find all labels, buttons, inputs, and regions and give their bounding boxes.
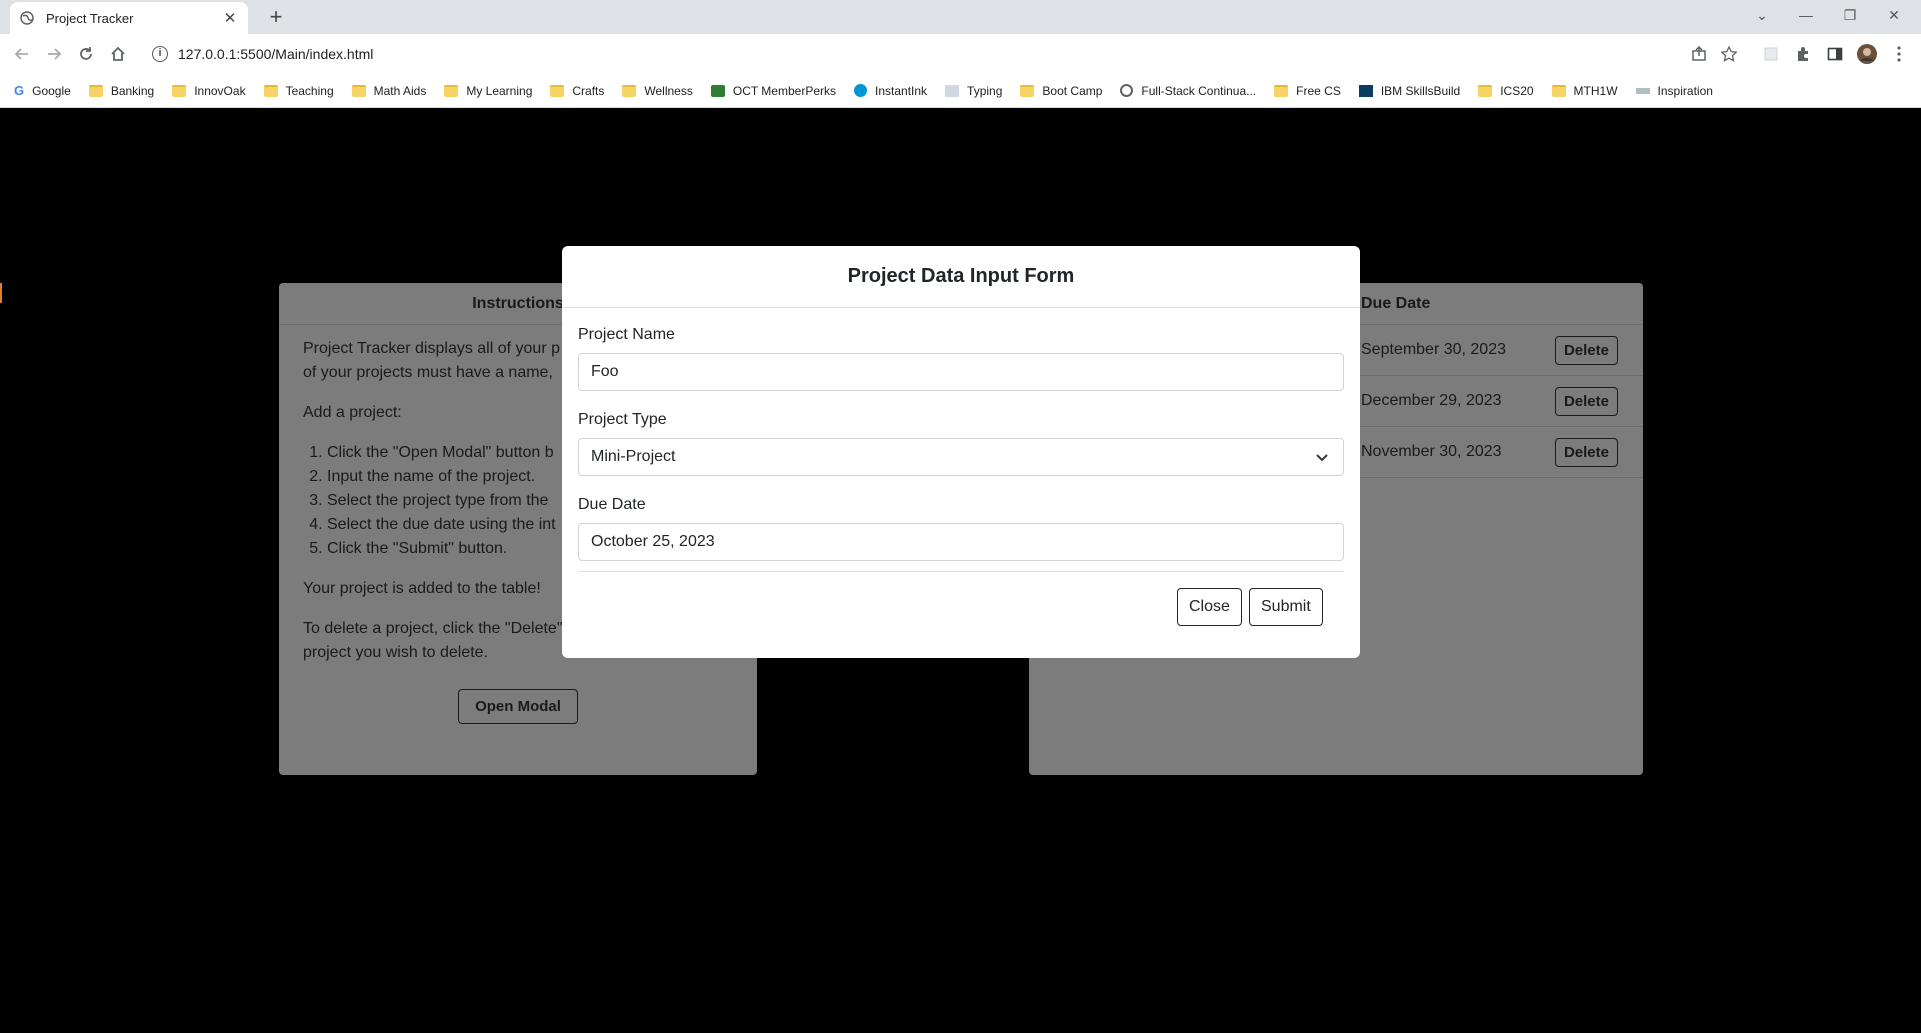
modal-title: Project Data Input Form (562, 246, 1360, 308)
browser-tab[interactable]: Project Tracker ✕ (10, 2, 248, 34)
delete-button[interactable]: Delete (1554, 335, 1618, 365)
bookmark-oct-memberperks[interactable]: OCT MemberPerks (710, 84, 836, 98)
bookmark-free-cs[interactable]: Free CS (1274, 84, 1341, 98)
bookmark-full-stack[interactable]: Full-Stack Continua... (1120, 84, 1256, 98)
project-input-modal: Project Data Input Form Project Name Foo… (562, 246, 1360, 658)
url-text: 127.0.0.1:5500/Main/index.html (178, 46, 374, 62)
project-type-value: Mini-Project (591, 448, 676, 465)
address-bar[interactable]: i 127.0.0.1:5500/Main/index.html (142, 38, 1762, 70)
folder-icon (1551, 84, 1566, 97)
bookmark-innovoak[interactable]: InnovOak (172, 84, 246, 98)
bookmark-boot-camp[interactable]: Boot Camp (1020, 84, 1102, 98)
google-g-icon: G (14, 83, 25, 98)
hp-icon (854, 84, 867, 97)
delete-button[interactable]: Delete (1554, 437, 1618, 467)
chevron-down-icon (1315, 450, 1329, 469)
new-tab-button[interactable]: + (262, 4, 290, 32)
due-date-cell: September 30, 2023 (1361, 341, 1506, 358)
browser-toolbar: i 127.0.0.1:5500/Main/index.html (0, 34, 1921, 74)
project-name-label: Project Name (578, 326, 675, 343)
bookmark-ibm-skillsbuild[interactable]: IBM SkillsBuild (1358, 84, 1460, 98)
inspiration-icon (1635, 87, 1650, 94)
bookmark-typing[interactable]: Typing (945, 84, 1002, 98)
project-name-input[interactable]: Foo (578, 353, 1344, 391)
bookmark-teaching[interactable]: Teaching (263, 84, 334, 98)
bookmark-inspiration[interactable]: Inspiration (1635, 84, 1713, 98)
folder-icon (263, 84, 278, 97)
delete-button[interactable]: Delete (1554, 386, 1618, 416)
bookmark-wellness[interactable]: Wellness (622, 84, 693, 98)
extensions-puzzle-icon[interactable] (1790, 41, 1816, 67)
oct-icon (710, 84, 725, 97)
globe-icon (20, 11, 34, 25)
typing-icon (945, 84, 960, 97)
project-name-value: Foo (591, 363, 619, 380)
back-icon[interactable] (8, 40, 36, 68)
edge-marker (0, 283, 2, 303)
folder-icon (172, 84, 187, 97)
bookmark-mth1w[interactable]: MTH1W (1551, 84, 1618, 98)
tab-strip: Project Tracker ✕ + ⌄ — ❐ ✕ (0, 0, 1921, 34)
forward-icon[interactable] (40, 40, 68, 68)
bookmark-instantink[interactable]: InstantInk (854, 84, 927, 98)
submit-button[interactable]: Submit (1249, 588, 1323, 626)
globe-icon (1120, 84, 1134, 97)
reload-icon[interactable] (72, 40, 100, 68)
due-date-label: Due Date (578, 496, 646, 513)
close-button[interactable]: Close (1177, 588, 1242, 626)
bookmark-banking[interactable]: Banking (88, 84, 154, 98)
folder-icon (88, 84, 103, 97)
bookmark-crafts[interactable]: Crafts (550, 84, 604, 98)
menu-kebab-icon[interactable] (1886, 41, 1912, 67)
side-panel-icon[interactable] (1822, 41, 1848, 67)
folder-icon (351, 84, 366, 97)
due-date-input[interactable]: October 25, 2023 (578, 523, 1344, 561)
folder-icon (622, 84, 637, 97)
bookmark-google[interactable]: G Google (14, 83, 71, 98)
tab-search-icon[interactable]: ⌄ (1740, 0, 1784, 30)
due-date-cell: November 30, 2023 (1361, 443, 1502, 460)
modal-divider (578, 571, 1344, 572)
window-close-icon[interactable]: ✕ (1872, 0, 1916, 30)
extension-box-icon[interactable] (1758, 41, 1784, 67)
page-backdrop[interactable]: Instructions Project Tracker displays al… (0, 108, 1921, 1033)
due-date-value: October 25, 2023 (591, 533, 715, 550)
home-icon[interactable] (104, 40, 132, 68)
tab-close-icon[interactable]: ✕ (222, 9, 238, 27)
project-type-label: Project Type (578, 411, 667, 428)
profile-avatar[interactable] (1854, 41, 1880, 67)
bookmarks-bar: G Google Banking InnovOak Teaching Math A… (0, 74, 1921, 108)
bookmark-my-learning[interactable]: My Learning (444, 84, 532, 98)
share-icon[interactable] (1686, 41, 1712, 67)
site-info-icon[interactable]: i (152, 46, 168, 62)
project-type-select[interactable]: Mini-Project (578, 438, 1344, 476)
star-icon[interactable] (1716, 41, 1742, 67)
minimize-icon[interactable]: — (1784, 0, 1828, 30)
ibm-icon (1358, 84, 1373, 97)
folder-icon (1274, 84, 1289, 97)
restore-icon[interactable]: ❐ (1828, 0, 1872, 30)
tab-title: Project Tracker (46, 10, 134, 26)
folder-icon (1478, 84, 1493, 97)
due-date-cell: December 29, 2023 (1361, 392, 1502, 409)
bookmark-math-aids[interactable]: Math Aids (351, 84, 426, 98)
folder-icon (1020, 84, 1035, 97)
folder-icon (550, 84, 565, 97)
open-modal-button[interactable]: Open Modal (458, 689, 578, 724)
bookmark-ics20[interactable]: ICS20 (1478, 84, 1534, 98)
folder-icon (444, 84, 459, 97)
